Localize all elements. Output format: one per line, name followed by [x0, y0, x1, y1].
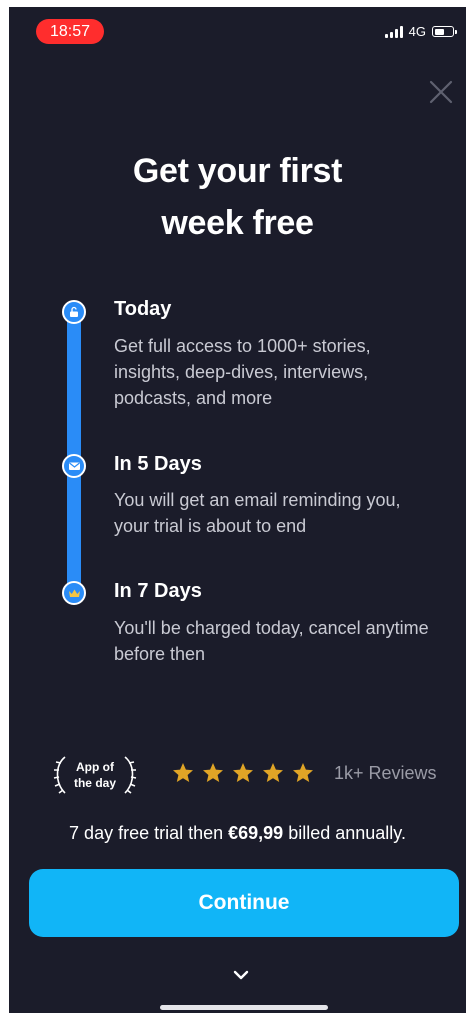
- close-icon[interactable]: [428, 79, 454, 105]
- step-desc-7-days: You'll be charged today, cancel anytime …: [114, 618, 429, 664]
- star-icon: [263, 763, 283, 782]
- mail-icon: [68, 462, 80, 470]
- step-desc-today: Get full access to 1000+ stories, insigh…: [114, 336, 371, 408]
- title-line-2: week free: [161, 204, 314, 242]
- title-line-1: Get your first: [132, 152, 343, 190]
- status-indicators: 4G: [384, 24, 457, 39]
- timeline-node-today: [62, 300, 86, 324]
- page-title: Get your first week free: [9, 145, 466, 249]
- star-icon: [293, 763, 313, 782]
- badge-line-2: the day: [73, 776, 116, 790]
- step-title-today: Today: [114, 298, 172, 320]
- reviews-count: 1k+ Reviews: [334, 763, 437, 783]
- step-title-7-days: In 7 Days: [114, 580, 202, 602]
- star-icon: [203, 763, 223, 782]
- star-icon: [233, 763, 253, 782]
- signal-icon: [384, 25, 403, 38]
- star-icon: [173, 763, 193, 782]
- home-indicator: [160, 1005, 328, 1010]
- step-desc-5-days: You will get an email reminding you, you…: [114, 490, 401, 536]
- badge-line-1: App of: [76, 760, 114, 774]
- timeline-node-5-days: [62, 454, 86, 478]
- unlock-icon: [70, 306, 78, 317]
- trial-prefix: 7 day free trial then: [69, 823, 229, 843]
- paywall-screen: 18:57 4G Get your first week free Today …: [9, 7, 466, 1013]
- app-of-the-day-badge: App of the day: [47, 753, 143, 797]
- continue-button[interactable]: Continue: [29, 869, 459, 937]
- star-rating: [171, 761, 315, 785]
- trial-suffix: billed annually.: [283, 823, 406, 843]
- timeline-node-7-days: [62, 581, 86, 605]
- trial-price: €69,99: [228, 823, 284, 843]
- chevron-down-icon[interactable]: [231, 968, 251, 982]
- badge-label: App of the day: [69, 759, 121, 791]
- trial-terms: 7 day free trial then €69,99 billed annu…: [9, 823, 466, 844]
- status-time: 18:57: [36, 19, 104, 44]
- step-title-5-days: In 5 Days: [114, 453, 202, 475]
- crown-icon: [68, 589, 80, 597]
- network-type: 4G: [408, 24, 426, 39]
- battery-icon: [432, 26, 457, 37]
